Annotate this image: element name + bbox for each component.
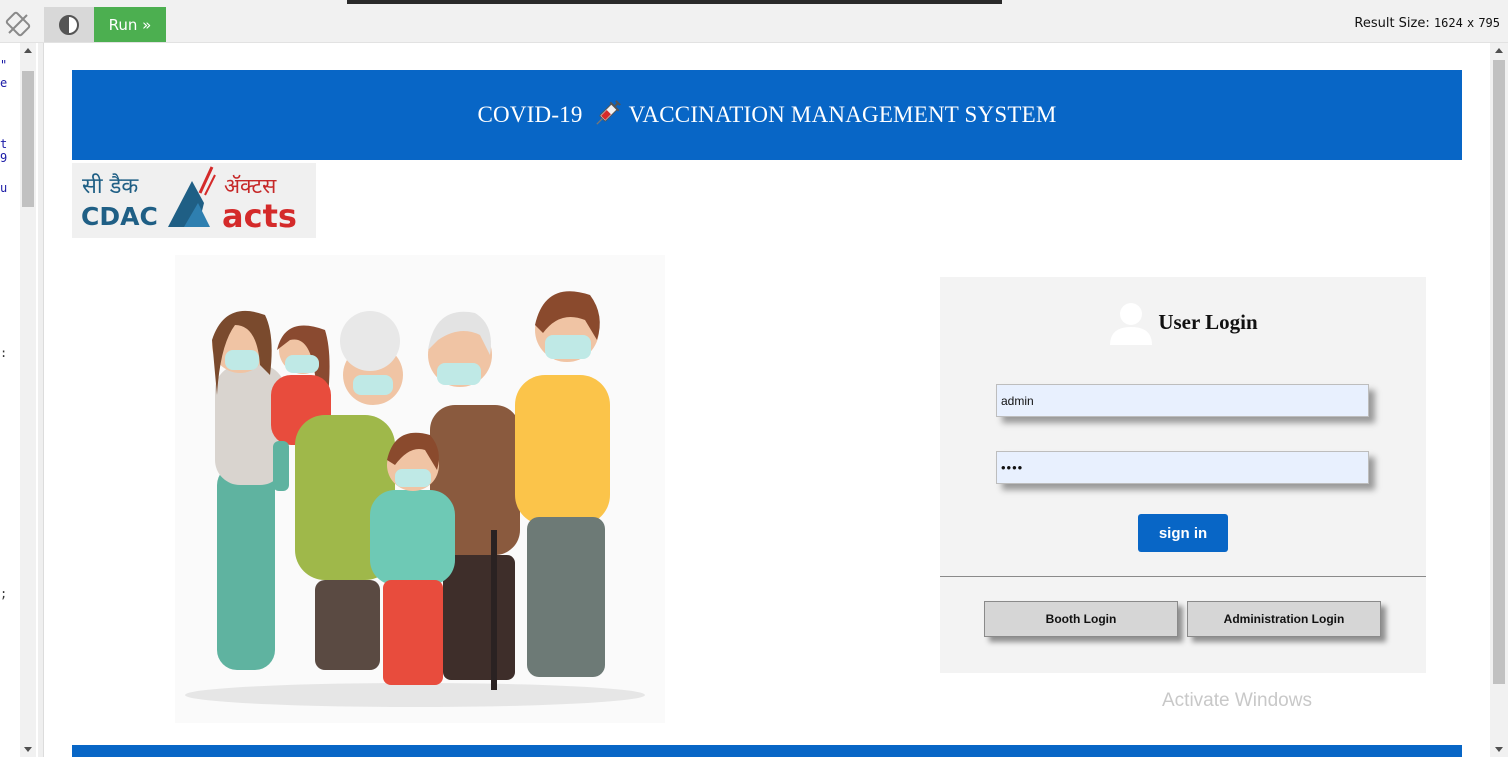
result-scroll-thumb[interactable] <box>1493 60 1505 684</box>
editor-scroll-thumb[interactable] <box>22 71 34 207</box>
logo-cdac-hindi: सी डैक <box>82 173 139 199</box>
page-title-left: COVID-19 <box>477 102 583 127</box>
scroll-up-arrow-icon[interactable] <box>1495 48 1503 53</box>
code-fragment: ; <box>0 587 8 601</box>
code-fragment: : <box>0 346 8 360</box>
top-toolbar: Run » Result Size: 1624 x 795 <box>0 0 1508 43</box>
login-title: User Login <box>1158 309 1258 334</box>
syringe-icon <box>591 100 621 130</box>
logo-acts-english: acts <box>222 197 297 235</box>
result-width: 1624 <box>1433 16 1463 30</box>
result-size-label: Result Size: <box>1354 16 1430 31</box>
logo-cdac-english: CDAC <box>81 202 158 231</box>
top-dark-strip <box>347 0 1002 4</box>
scroll-down-arrow-icon[interactable] <box>1495 747 1503 752</box>
header-banner: COVID-19 VACCINATION MANAGEMENT SYSTEM <box>72 70 1462 160</box>
footer-banner <box>72 745 1462 757</box>
result-height: 795 <box>1478 16 1500 30</box>
masked-family-illustration <box>175 255 665 723</box>
code-editor-edge[interactable]: " e t 9 u : ; <box>0 43 20 757</box>
user-login-card: User Login sign in Booth Login Administr… <box>940 277 1426 673</box>
result-scrollbar[interactable] <box>1490 43 1508 757</box>
code-fragment: t <box>0 137 8 151</box>
user-icon <box>1108 299 1154 345</box>
editor-scrollbar[interactable] <box>20 43 36 757</box>
card-divider <box>940 576 1426 577</box>
administration-login-button[interactable]: Administration Login <box>1187 601 1381 637</box>
login-heading: User Login <box>940 297 1426 347</box>
pane-resize-divider[interactable] <box>38 43 44 757</box>
code-fragment: " <box>0 58 8 72</box>
contrast-icon[interactable] <box>44 7 94 42</box>
result-size-readout: Result Size: 1624 x 795 <box>1354 16 1500 31</box>
cdac-acts-logo: सी डैक CDAC ॲक्टस acts <box>72 163 316 238</box>
code-fragment: 9 <box>0 151 8 165</box>
run-button[interactable]: Run » <box>94 7 166 42</box>
code-fragment: e <box>0 76 8 90</box>
scroll-up-arrow-icon[interactable] <box>24 48 32 53</box>
result-frame: COVID-19 VACCINATION MANAGEMENT SYSTEM स… <box>45 43 1490 757</box>
activate-windows-watermark: Activate Windows <box>1162 690 1312 711</box>
logo-acts-hindi: ॲक्टस <box>224 174 277 198</box>
booth-login-button[interactable]: Booth Login <box>984 601 1178 637</box>
result-x: x <box>1466 16 1475 30</box>
username-input[interactable] <box>996 384 1369 417</box>
sign-in-button[interactable]: sign in <box>1138 514 1228 552</box>
page-title-right: VACCINATION MANAGEMENT SYSTEM <box>628 102 1057 127</box>
code-fragment: u <box>0 181 8 195</box>
scroll-down-arrow-icon[interactable] <box>24 747 32 752</box>
password-input[interactable] <box>996 451 1369 484</box>
rotate-icon[interactable] <box>0 6 36 42</box>
